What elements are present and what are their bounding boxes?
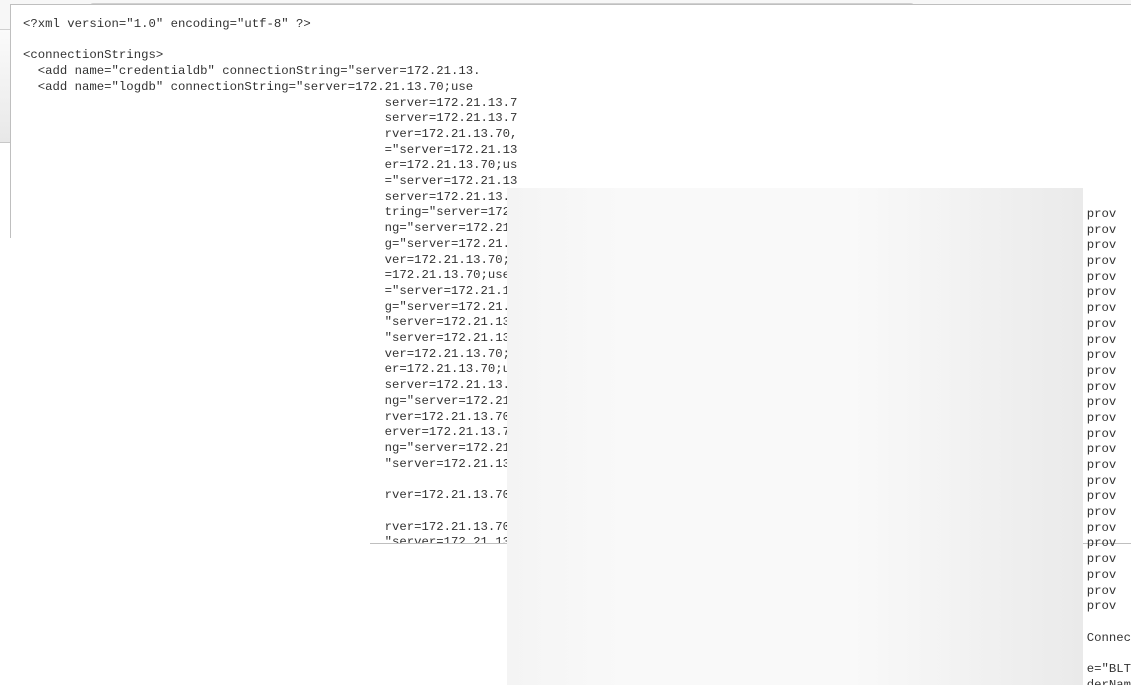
redaction-overlay-main xyxy=(507,188,1083,685)
redaction-overlay-left xyxy=(10,238,370,685)
xml-right-fragments: provprovprovprovprovprovprovprovprovprov… xyxy=(1087,207,1131,685)
